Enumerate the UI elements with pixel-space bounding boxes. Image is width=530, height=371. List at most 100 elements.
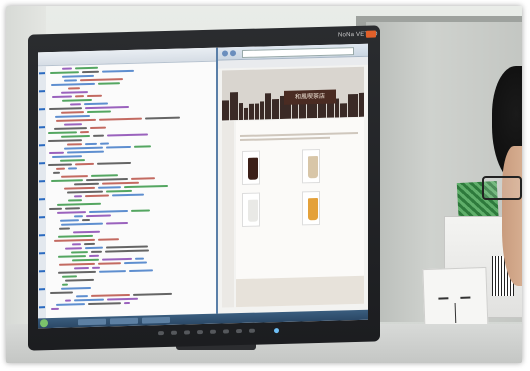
taskbar-item[interactable] [142,316,170,324]
gutter-marker [39,144,45,147]
code-line [50,71,79,75]
code-line [98,186,121,189]
code-line [89,209,128,214]
code-line [85,105,129,110]
taskbar-item[interactable] [78,318,106,326]
gutter-marker [39,252,45,255]
code-line [74,215,83,218]
code-line [74,267,89,270]
monitor: NoNa VETRO 和風喫茶店 [28,25,380,351]
code-line [85,194,109,198]
code-line [65,278,94,282]
skyline-building [359,92,364,117]
code-line [82,218,90,222]
product-card[interactable] [300,190,356,227]
bezel-button[interactable] [249,328,255,333]
drink-icon [308,198,318,221]
code-line [87,94,102,98]
code-line [62,283,68,286]
code-editor-pane[interactable] [38,47,218,319]
code-line [65,247,82,250]
code-line [91,293,130,297]
code-line [102,181,139,185]
page-main [236,117,364,308]
code-line [98,82,120,85]
code-line [106,221,128,225]
skyline-building [222,100,229,121]
code-line [71,251,88,254]
code-line [48,131,77,135]
brand-logo-icon [366,30,376,38]
code-line [85,142,97,146]
code-line [131,177,155,180]
gutter-marker [39,126,45,129]
code-line [106,245,148,249]
shop-sign: 和風喫茶店 [284,89,336,105]
code-line [61,111,84,114]
address-bar[interactable] [242,47,354,59]
code-line [64,123,82,126]
code-line [64,79,77,82]
code-line [73,230,100,234]
intro-text-line [240,136,330,142]
code-line [88,302,121,306]
code-line [57,202,101,206]
code-line [62,98,92,102]
gutter-marker [39,72,45,75]
code-line [62,74,94,78]
bezel-button[interactable] [197,330,203,335]
bezel-button[interactable] [171,330,177,335]
face-card-eye-right [460,296,471,299]
bezel-button[interactable] [158,331,164,336]
code-line [91,250,102,253]
code-line [68,199,82,202]
code-line [75,162,94,166]
start-button-icon[interactable] [40,319,48,328]
code-line [49,151,64,155]
editor-gutter [38,66,46,319]
bezel-button[interactable] [184,330,190,335]
code-line [50,291,73,295]
code-line [64,146,103,150]
product-image [242,192,260,228]
page-body [222,117,364,310]
product-card[interactable] [300,148,356,185]
site-banner: 和風喫茶店 [222,66,364,121]
skyline-building [249,103,254,120]
back-button-icon[interactable] [222,50,228,57]
bezel-button[interactable] [223,329,229,334]
face-card-nose [454,303,457,324]
code-line [59,227,70,230]
taskbar-item[interactable] [110,317,138,325]
gutter-marker [39,180,45,183]
forward-button-icon[interactable] [230,50,236,57]
skyline-building [340,103,347,118]
code-line [86,177,128,182]
code-line [99,117,142,121]
bezel-button[interactable] [236,329,242,334]
code-line [58,255,86,258]
code-line [124,301,130,305]
code-line [52,95,72,98]
product-card[interactable] [240,150,296,187]
product-card[interactable] [240,192,296,229]
gutter-marker [39,108,45,111]
code-line [135,257,144,260]
gutter-marker [39,216,45,219]
code-line [72,258,99,262]
page-sidebar [222,121,234,308]
code-line [107,133,148,137]
code-line [74,195,82,198]
intro-text-line [240,131,358,138]
code-line [84,242,95,246]
code-line [68,87,80,90]
bezel-button[interactable] [210,329,216,334]
code-line [112,193,144,197]
code-line [124,184,168,189]
browser-pane[interactable]: 和風喫茶店 [218,43,368,314]
code-line [133,292,172,296]
code-line [61,91,88,94]
code-line [58,234,93,238]
skyline-building [260,101,264,120]
code-area[interactable] [48,64,214,316]
